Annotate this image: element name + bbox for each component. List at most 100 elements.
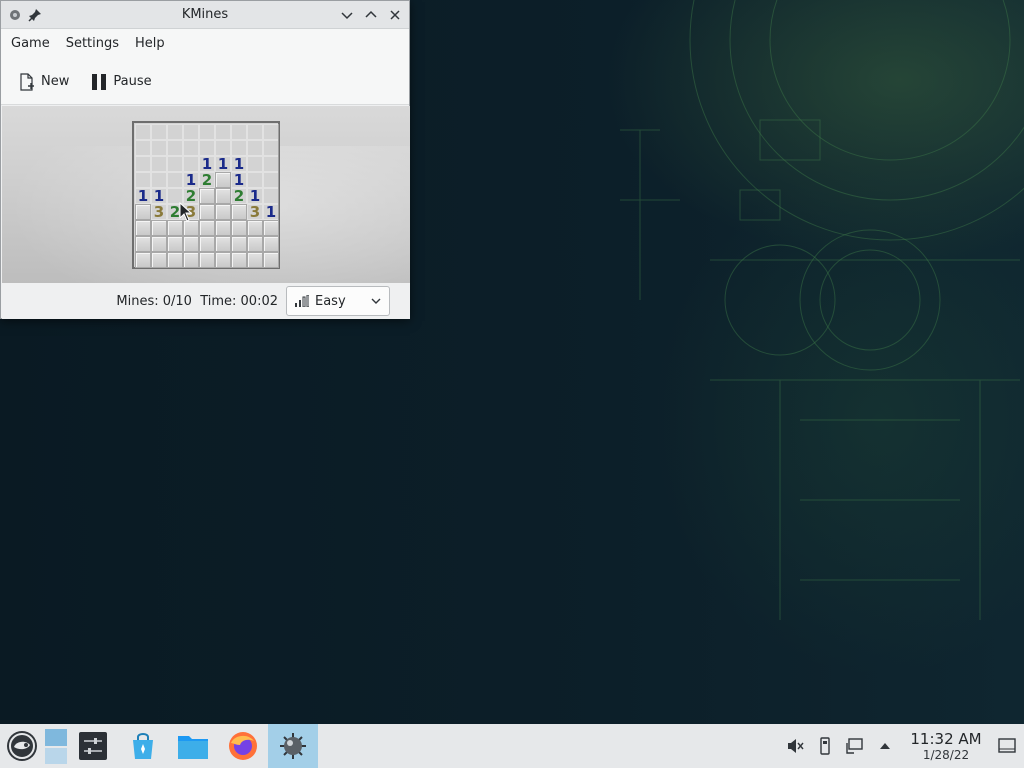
mine-cell[interactable] [247,156,263,172]
mine-cell[interactable] [215,252,231,268]
mine-cell[interactable]: 3 [151,204,167,220]
window-menu-icon[interactable] [7,7,23,23]
mine-cell[interactable] [135,156,151,172]
mine-cell[interactable] [167,236,183,252]
mine-cell[interactable] [167,252,183,268]
mine-cell[interactable] [231,252,247,268]
mine-cell[interactable]: 2 [231,188,247,204]
mine-cell[interactable] [263,252,279,268]
mine-cell[interactable] [135,204,151,220]
mine-cell[interactable] [167,124,183,140]
menu-settings[interactable]: Settings [58,29,127,59]
mine-cell[interactable] [135,140,151,156]
new-game-button[interactable]: New [11,67,77,97]
difficulty-select[interactable]: Easy [286,286,390,316]
mine-cell[interactable]: 1 [199,156,215,172]
mine-cell[interactable] [135,172,151,188]
mine-cell[interactable] [263,220,279,236]
menu-help[interactable]: Help [127,29,173,59]
mine-cell[interactable] [151,172,167,188]
pager-button[interactable] [44,724,68,768]
mine-cell[interactable] [263,156,279,172]
task-discover[interactable] [118,724,168,768]
mine-cell[interactable] [263,236,279,252]
mine-cell[interactable] [247,220,263,236]
pause-button[interactable]: Pause [83,67,159,97]
mine-cell[interactable] [167,172,183,188]
mine-cell[interactable] [135,236,151,252]
mine-cell[interactable] [183,252,199,268]
mine-cell[interactable] [199,204,215,220]
mine-cell[interactable]: 1 [247,188,263,204]
mine-cell[interactable] [183,124,199,140]
mine-cell[interactable] [215,204,231,220]
mine-cell[interactable] [231,140,247,156]
pin-icon[interactable] [27,7,43,23]
mine-cell[interactable]: 1 [183,172,199,188]
minimize-icon[interactable] [339,7,355,23]
close-icon[interactable] [387,7,403,23]
mine-cell[interactable] [215,188,231,204]
mine-cell[interactable]: 3 [247,204,263,220]
mine-cell[interactable] [183,140,199,156]
mine-cell[interactable] [263,124,279,140]
mine-cell[interactable] [215,140,231,156]
mine-cell[interactable] [135,252,151,268]
mine-cell[interactable] [199,220,215,236]
mine-cell[interactable] [167,220,183,236]
usb-device-icon[interactable] [816,737,834,755]
mine-cell[interactable] [215,124,231,140]
app-launcher-button[interactable] [0,724,44,768]
minefield-board[interactable]: 1111211122132331 [132,121,280,269]
mine-cell[interactable]: 1 [151,188,167,204]
mine-cell[interactable] [247,124,263,140]
title-bar[interactable]: KMines [1,1,409,29]
mine-cell[interactable] [183,220,199,236]
volume-muted-icon[interactable] [786,737,804,755]
kmines-window[interactable]: KMines Game Settings Help New Pause 1 1 … [0,0,410,319]
mine-cell[interactable]: 1 [135,188,151,204]
task-firefox[interactable] [218,724,268,768]
mine-cell[interactable] [231,220,247,236]
mine-cell[interactable] [199,252,215,268]
mine-cell[interactable] [247,236,263,252]
mine-cell[interactable] [215,236,231,252]
mine-cell[interactable]: 1 [231,156,247,172]
task-file-manager[interactable] [168,724,218,768]
mine-cell[interactable] [151,156,167,172]
task-system-settings[interactable] [68,724,118,768]
network-wired-icon[interactable] [846,737,864,755]
mine-cell[interactable] [151,236,167,252]
mine-cell[interactable] [231,204,247,220]
mine-cell[interactable] [183,236,199,252]
mine-cell[interactable] [263,172,279,188]
mine-cell[interactable] [247,252,263,268]
mine-cell[interactable] [263,140,279,156]
mine-cell[interactable] [167,140,183,156]
show-desktop-icon[interactable] [998,737,1016,755]
mine-cell[interactable] [151,220,167,236]
mine-cell[interactable] [247,140,263,156]
mine-cell[interactable] [215,172,231,188]
mine-cell[interactable] [199,236,215,252]
mine-cell[interactable] [167,156,183,172]
mine-cell[interactable]: 1 [215,156,231,172]
mine-cell[interactable] [199,188,215,204]
mine-cell[interactable] [135,220,151,236]
mine-cell[interactable] [263,188,279,204]
mine-cell[interactable] [151,252,167,268]
menu-game[interactable]: Game [3,29,58,59]
mine-cell[interactable] [183,156,199,172]
mine-cell[interactable] [199,124,215,140]
mine-cell[interactable] [231,236,247,252]
mine-cell[interactable] [151,124,167,140]
mine-cell[interactable] [199,140,215,156]
mine-cell[interactable]: 2 [199,172,215,188]
mine-cell[interactable]: 1 [263,204,279,220]
maximize-icon[interactable] [363,7,379,23]
tray-expand-icon[interactable] [876,737,894,755]
mine-cell[interactable] [231,124,247,140]
mine-cell[interactable] [135,124,151,140]
task-kmines[interactable] [268,724,318,768]
mine-cell[interactable]: 1 [231,172,247,188]
